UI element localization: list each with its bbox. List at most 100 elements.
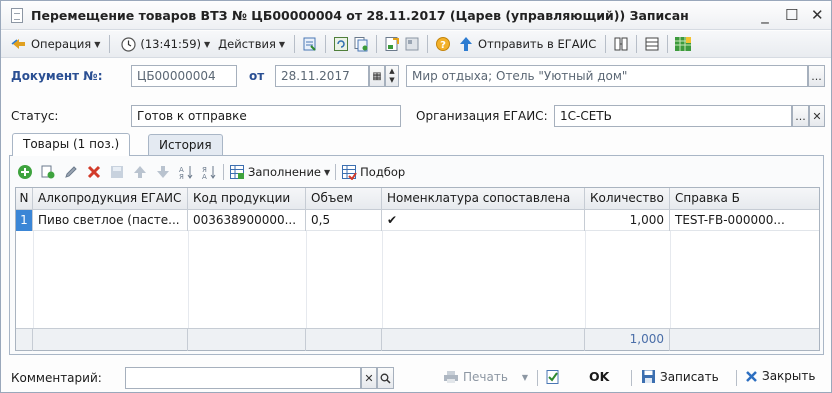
save-label: Записать xyxy=(660,369,719,384)
delete-row-icon[interactable] xyxy=(85,163,103,181)
copy-row-icon[interactable] xyxy=(39,163,57,181)
spin-down-icon: ▼ xyxy=(389,76,395,84)
window-controls: _ ☐ ✕ xyxy=(759,5,823,25)
egais-org-clear-button[interactable]: ✕ xyxy=(809,105,825,127)
comment-label: Комментарий: xyxy=(11,371,102,385)
move-up-icon[interactable] xyxy=(131,163,149,181)
actions-menu[interactable]: Действия ▼ xyxy=(215,33,288,55)
toolbar-separator xyxy=(537,370,538,386)
operation-menu[interactable]: Операция ▼ xyxy=(7,33,103,55)
sort-descending-icon[interactable]: ЯА xyxy=(200,163,218,181)
cell-matched-checkmark[interactable]: ✔ xyxy=(382,210,585,231)
toolbar-separator xyxy=(427,35,429,53)
save-button[interactable]: Записать xyxy=(641,369,719,384)
pick-button[interactable]: Подбор xyxy=(341,164,405,180)
document-number-field[interactable]: ЦБ00000004 xyxy=(131,65,237,87)
cell-code[interactable]: 003638900000... xyxy=(188,210,306,231)
column-header-n[interactable]: N xyxy=(16,188,33,210)
printer-icon xyxy=(444,371,458,383)
edit-row-icon[interactable] xyxy=(62,163,80,181)
move-down-icon[interactable] xyxy=(154,163,172,181)
warehouse-field[interactable]: Мир отдыха; Отель "Уютный дом" xyxy=(406,65,808,87)
column-header-product[interactable]: Алкопродукция ЕГАИС xyxy=(33,188,188,210)
document-window: Перемещение товаров ВТЗ № ЦБ00000004 от … xyxy=(0,0,832,393)
column-divider xyxy=(670,231,671,328)
minimize-button[interactable]: _ xyxy=(759,5,771,25)
post-document-icon[interactable] xyxy=(301,35,319,53)
egais-org-field[interactable]: 1С-СЕТЬ xyxy=(554,105,792,127)
toolbar-separator xyxy=(736,370,737,386)
column-divider xyxy=(33,231,34,328)
status-field[interactable]: Готов к отправке xyxy=(131,105,401,127)
tab-goods[interactable]: Товары (1 поз.) xyxy=(12,133,131,156)
close-window-button[interactable]: ✕ xyxy=(811,5,824,25)
goods-table: N Алкопродукция ЕГАИС Код продукции Объе… xyxy=(15,187,820,351)
warehouse-select-button[interactable]: ... xyxy=(808,65,825,87)
add-row-icon[interactable] xyxy=(16,163,34,181)
pick-icon xyxy=(342,165,357,180)
based-on-icon[interactable] xyxy=(383,35,401,53)
column-header-reference-b[interactable]: Справка Б xyxy=(670,188,819,210)
date-label: от xyxy=(249,69,265,83)
list-icon[interactable] xyxy=(643,35,661,53)
document-flow-icon[interactable] xyxy=(612,35,630,53)
toolbar-separator xyxy=(631,370,632,386)
calendar-icon: ▦ xyxy=(372,70,382,82)
footer-cell xyxy=(382,329,585,351)
tab-history[interactable]: История xyxy=(148,134,223,156)
egais-org-select-button[interactable]: ... xyxy=(792,105,809,127)
column-header-code[interactable]: Код продукции xyxy=(188,188,306,210)
time-label: (13:41:59) xyxy=(140,37,201,51)
check-document-icon[interactable] xyxy=(545,369,561,388)
column-header-matched[interactable]: Номенклатура сопоставлена xyxy=(382,188,585,210)
close-label: Закрыть xyxy=(762,369,816,383)
refresh-icon[interactable] xyxy=(332,35,350,53)
document-number-label: Документ №: xyxy=(11,69,103,83)
footer-cell xyxy=(188,329,306,351)
cell-volume[interactable]: 0,5 xyxy=(306,210,382,231)
date-spinner[interactable]: ▲ ▼ xyxy=(385,65,399,87)
column-divider xyxy=(306,231,307,328)
table-row[interactable]: 1 Пиво светлое (пасте... 003638900000...… xyxy=(16,210,819,231)
print-button[interactable]: Печать ▼ xyxy=(443,370,528,384)
cell-reference-b[interactable]: TEST-FB-000000... xyxy=(670,210,819,231)
close-button[interactable]: Закрыть xyxy=(745,369,815,383)
toolbar-separator xyxy=(376,35,378,53)
arrow-up-icon xyxy=(457,35,475,53)
time-button[interactable]: (13:41:59) ▼ xyxy=(116,33,213,55)
ok-button[interactable]: OK xyxy=(589,369,609,384)
command-bar: Операция ▼ (13:41:59) ▼ Действия ▼ ? Отп… xyxy=(1,31,831,58)
date-field[interactable]: 28.11.2017 xyxy=(275,65,369,87)
toolbar-separator xyxy=(667,35,669,53)
toolbar-separator xyxy=(335,164,337,180)
footer-cell xyxy=(33,329,188,351)
comment-field[interactable] xyxy=(125,367,361,389)
sort-ascending-icon[interactable]: АЯ xyxy=(177,163,195,181)
operation-icon xyxy=(10,35,28,53)
title-bar: Перемещение товаров ВТЗ № ЦБ00000004 от … xyxy=(1,1,831,30)
column-header-quantity[interactable]: Количество xyxy=(585,188,670,210)
spreadsheet-icon[interactable] xyxy=(674,35,692,53)
window-title: Перемещение товаров ВТЗ № ЦБ00000004 от … xyxy=(31,7,689,23)
structure-icon[interactable] xyxy=(403,35,421,53)
send-egais-button[interactable]: Отправить в ЕГАИС xyxy=(454,33,599,55)
comment-clear-icon[interactable]: ✕ xyxy=(361,367,377,389)
svg-text:?: ? xyxy=(440,40,446,51)
comment-search-icon[interactable] xyxy=(377,367,394,389)
toolbar-separator xyxy=(294,35,296,53)
column-divider xyxy=(585,231,586,328)
end-edit-icon[interactable] xyxy=(108,163,126,181)
goods-tab-panel: АЯ ЯА Заполнение ▼ Подбор N Алкопродукци… xyxy=(9,155,824,355)
calendar-button[interactable]: ▦ xyxy=(369,65,385,87)
egais-org-label: Организация ЕГАИС: xyxy=(416,109,548,123)
copy-document-icon[interactable] xyxy=(352,35,370,53)
maximize-button[interactable]: ☐ xyxy=(785,5,798,25)
row-number: 1 xyxy=(16,210,33,231)
help-icon[interactable]: ? xyxy=(434,35,452,53)
fill-menu[interactable]: Заполнение ▼ xyxy=(229,164,330,180)
fill-label: Заполнение xyxy=(248,165,321,179)
cell-quantity[interactable]: 1,000 xyxy=(585,210,670,231)
cell-product[interactable]: Пиво светлое (пасте... xyxy=(33,210,188,231)
column-header-volume[interactable]: Объем xyxy=(306,188,382,210)
chevron-down-icon: ▼ xyxy=(324,167,331,177)
